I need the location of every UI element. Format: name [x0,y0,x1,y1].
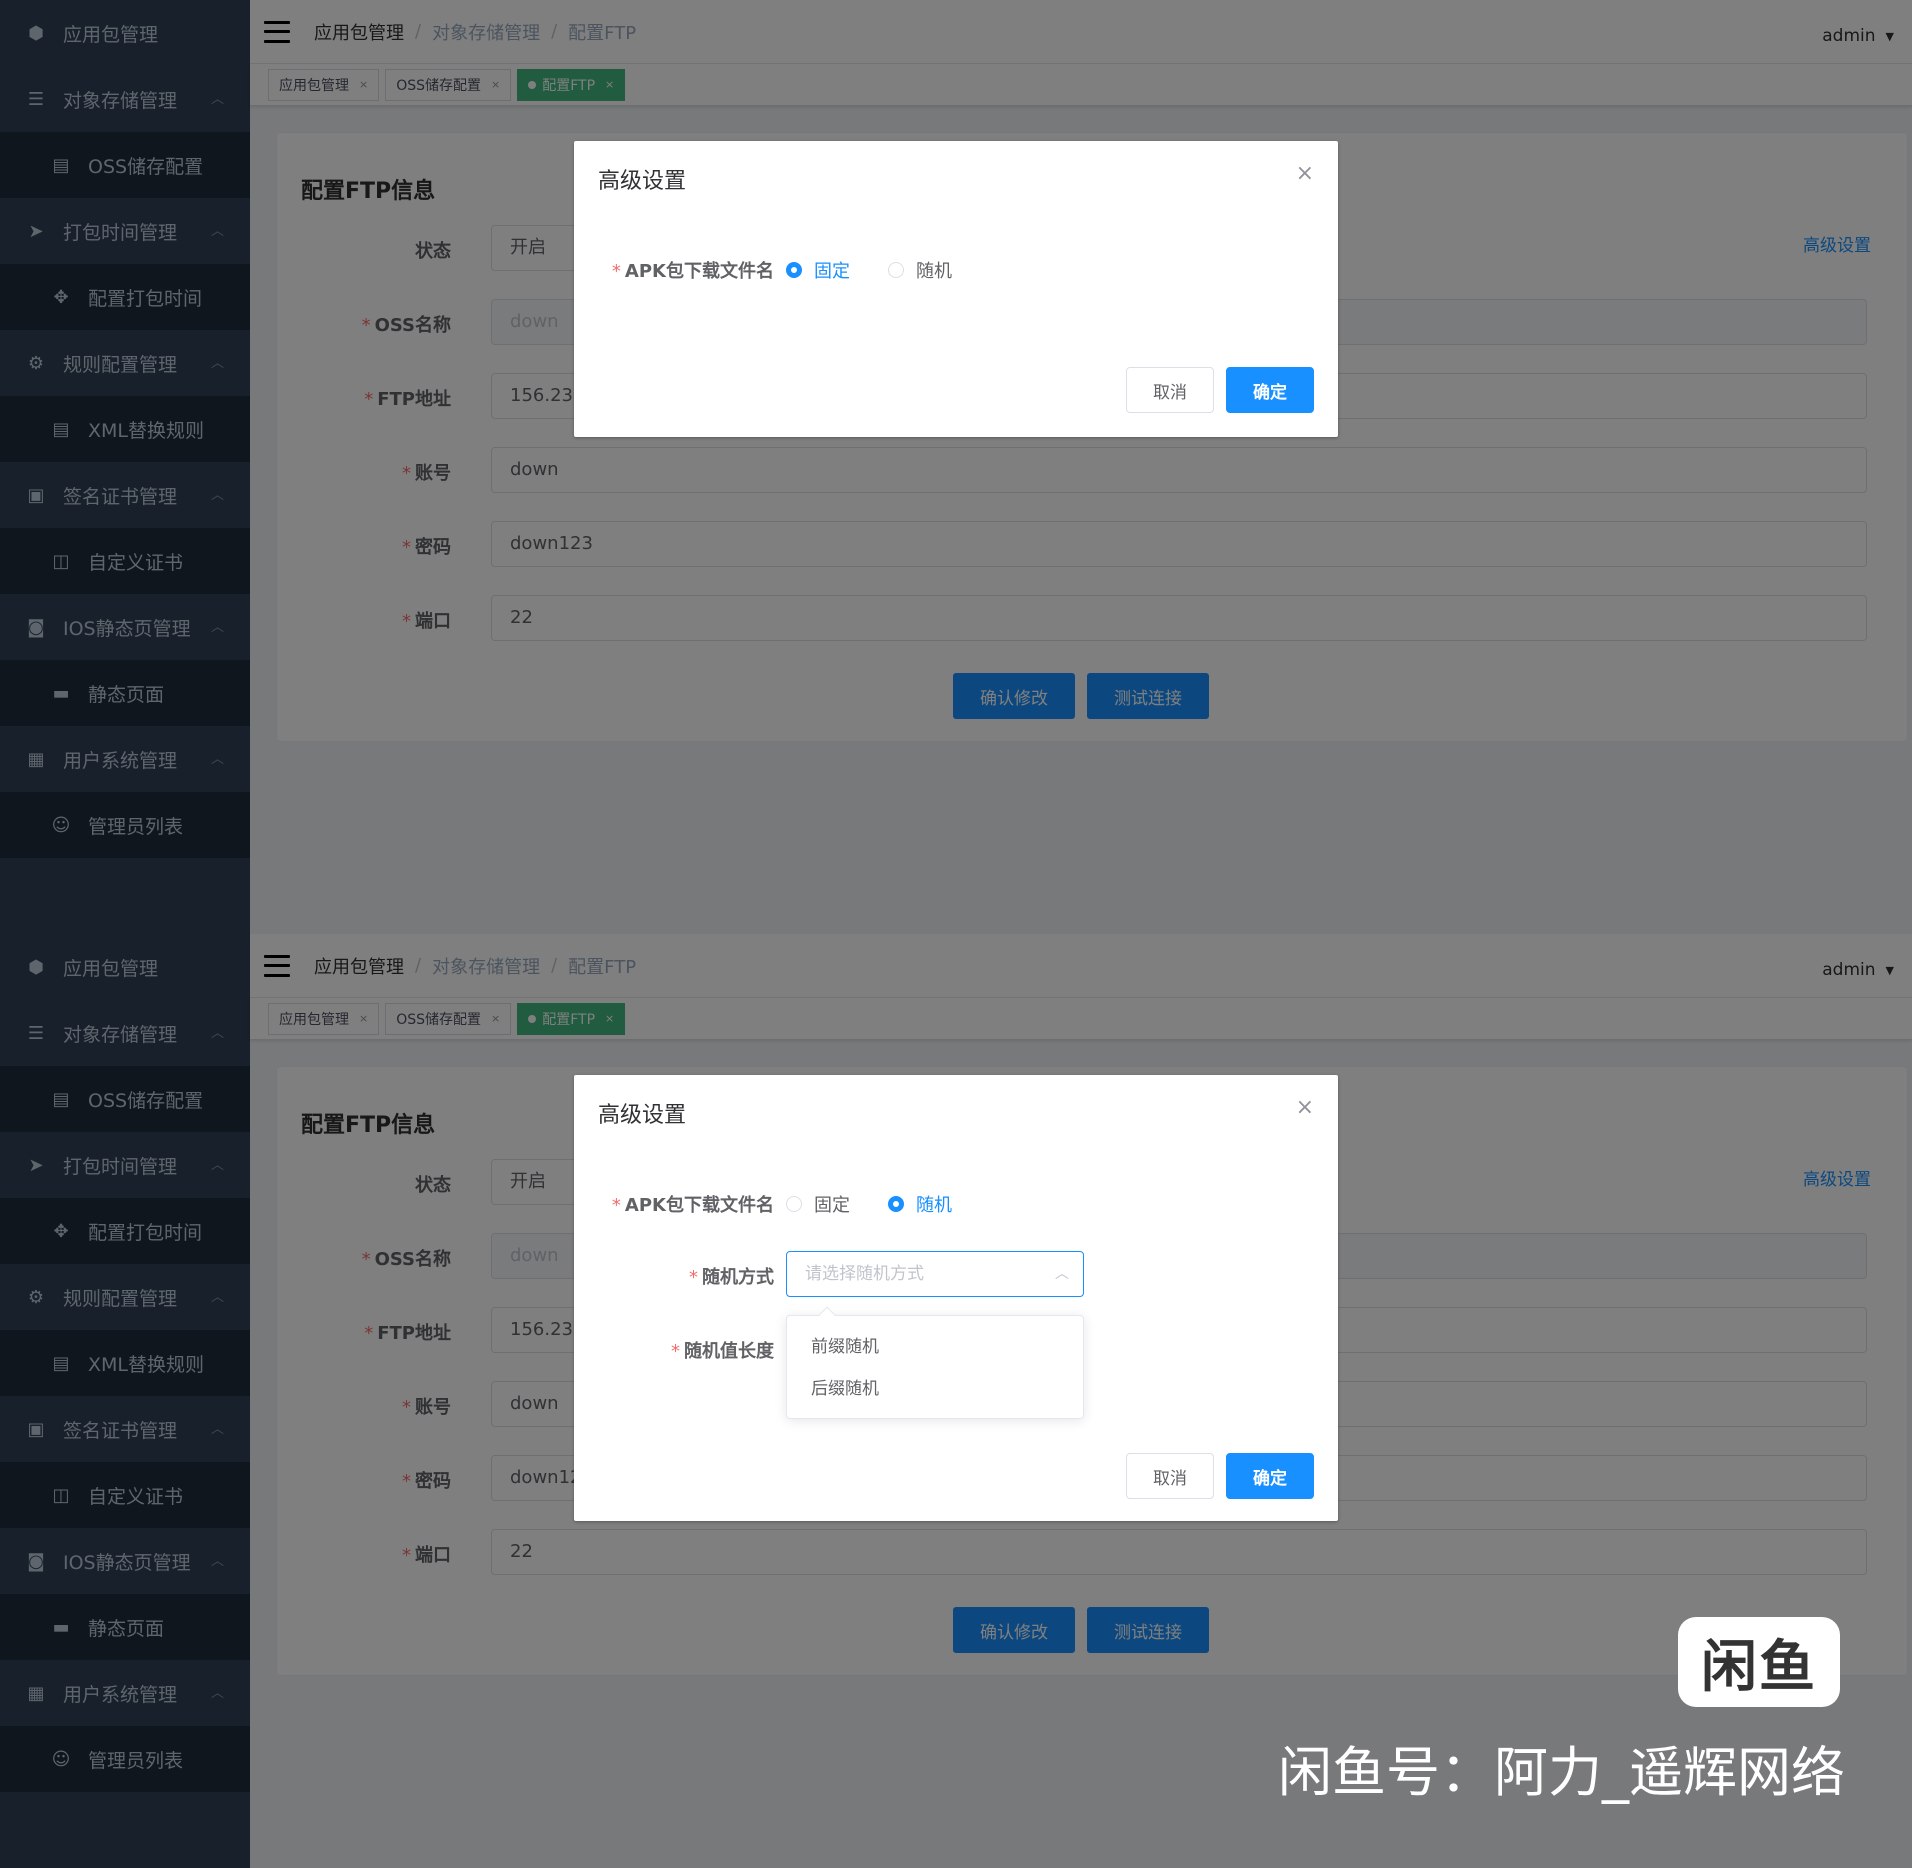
random-length-label: * 随机值长度 [671,1341,774,1362]
chevron-up-icon: ︿ [1055,1266,1069,1282]
ok-button[interactable]: 确定 [1226,367,1314,413]
close-icon[interactable]: × [1296,163,1314,185]
dialog-title: 高级设置 [598,169,687,194]
radio-random[interactable]: 随机 [888,1191,952,1217]
radio-fixed[interactable]: 固定 [786,1191,850,1217]
radio-unchecked-icon [786,1196,802,1212]
radio-unchecked-icon [888,262,904,278]
random-mode-label: * 随机方式 [689,1267,774,1288]
advanced-settings-dialog: 高级设置 × * APK包下载文件名 固定 随机 取消 确定 [574,141,1338,437]
watermark-logo: 闲鱼 [1678,1617,1840,1707]
radio-fixed[interactable]: 固定 [786,257,850,283]
radio-random[interactable]: 随机 [888,257,952,283]
screenshot-panel-1: ⬢应用包管理 ☰对象存储管理︿ ▤OSS储存配置 ➤打包时间管理︿ ✥配置打包时… [0,0,1912,934]
random-mode-select[interactable]: 请选择随机方式 ︿ [786,1251,1084,1297]
watermark-text: 闲鱼号：阿力_遥辉网络 [1278,1741,1845,1804]
random-mode-dropdown: 前缀随机 后缀随机 [786,1306,1084,1419]
advanced-settings-dialog: 高级设置 × * APK包下载文件名 固定 随机 * 随机方式 请选择随机方式 ︿ *… [574,1075,1338,1521]
apk-filename-label: * APK包下载文件名 [611,261,774,282]
dropdown-arrow [818,1306,836,1324]
radio-checked-icon [786,262,802,278]
radio-checked-icon [888,1196,904,1212]
dialog-title: 高级设置 [598,1103,687,1128]
close-icon[interactable]: × [1296,1097,1314,1119]
option-prefix-random[interactable]: 前缀随机 [811,1332,879,1357]
cancel-button[interactable]: 取消 [1126,367,1214,413]
cancel-button[interactable]: 取消 [1126,1453,1214,1499]
ok-button[interactable]: 确定 [1226,1453,1314,1499]
apk-filename-label: * APK包下载文件名 [611,1195,774,1216]
option-suffix-random[interactable]: 后缀随机 [811,1374,879,1399]
